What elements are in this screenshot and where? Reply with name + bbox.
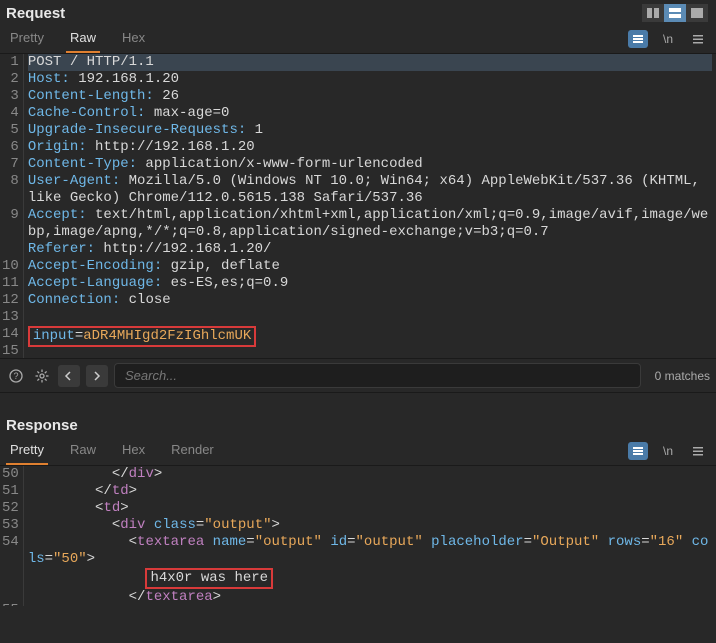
actions-button[interactable] (628, 30, 648, 48)
tab-hex[interactable]: Hex (118, 24, 149, 53)
wrap-toggle-button[interactable]: \n (658, 442, 678, 460)
response-body[interactable]: 505152535455 </div> </td> <td> <div clas… (0, 466, 716, 606)
request-body[interactable]: 123456789101112131415 POST / HTTP/1.1Hos… (0, 54, 716, 358)
match-count: 0 matches (647, 369, 710, 383)
tab-render[interactable]: Render (167, 436, 218, 465)
response-title: Response (6, 417, 78, 434)
wrap-toggle-button[interactable]: \n (658, 30, 678, 48)
menu-button[interactable] (688, 442, 708, 460)
request-tabs: Pretty Raw Hex (6, 24, 149, 53)
menu-button[interactable] (688, 30, 708, 48)
tab-pretty[interactable]: Pretty (6, 436, 48, 465)
search-input[interactable] (114, 363, 641, 388)
response-tabs: Pretty Raw Hex Render (6, 436, 218, 465)
next-button[interactable] (86, 365, 108, 387)
tab-raw[interactable]: Raw (66, 436, 100, 465)
view-single-button[interactable] (686, 4, 708, 22)
view-rows-button[interactable] (664, 4, 686, 22)
actions-button[interactable] (628, 442, 648, 460)
tab-pretty[interactable]: Pretty (6, 24, 48, 53)
gear-icon[interactable] (32, 366, 52, 386)
search-toolbar: ? 0 matches (0, 358, 716, 393)
prev-button[interactable] (58, 365, 80, 387)
request-view-toggles (642, 4, 708, 22)
view-columns-button[interactable] (642, 4, 664, 22)
request-title: Request (6, 5, 65, 22)
svg-text:?: ? (13, 371, 18, 381)
help-icon[interactable]: ? (6, 366, 26, 386)
tab-raw[interactable]: Raw (66, 24, 100, 53)
tab-hex[interactable]: Hex (118, 436, 149, 465)
